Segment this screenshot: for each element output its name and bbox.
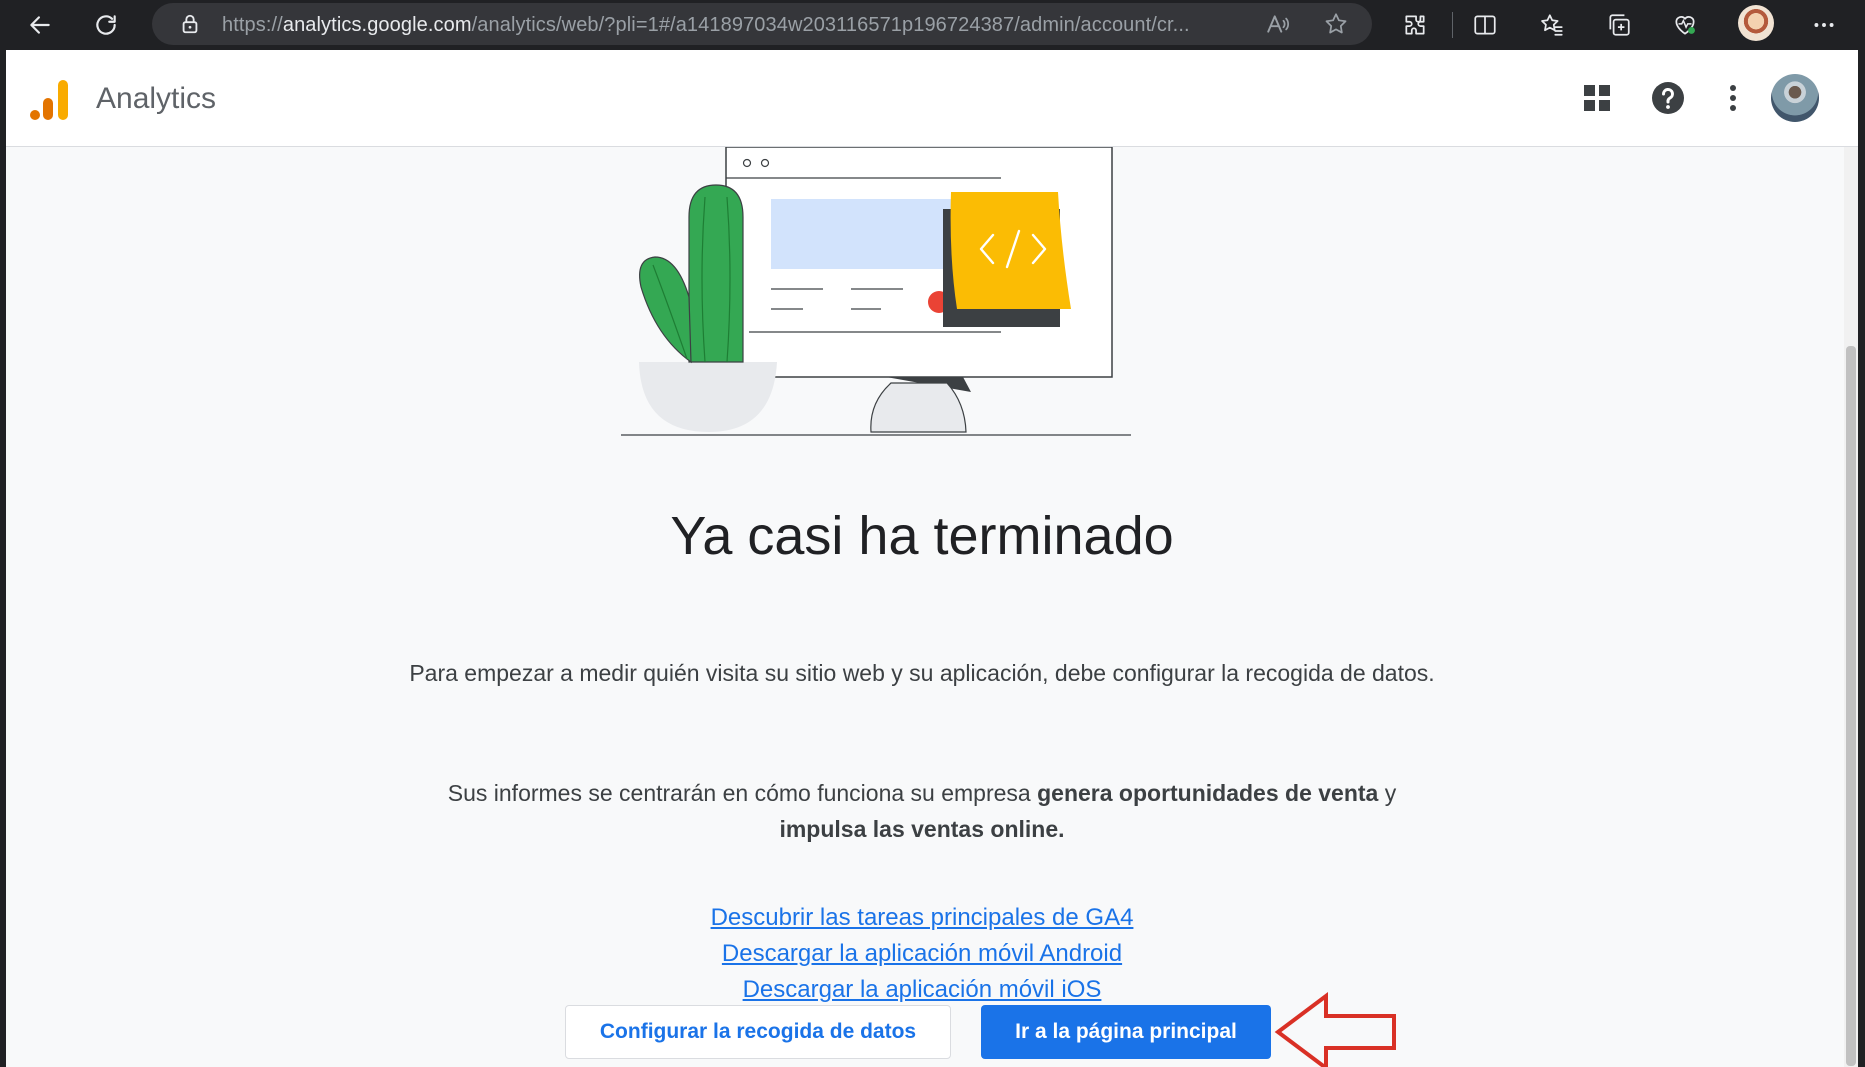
url-prefix: https://	[222, 14, 283, 36]
report-focus-text: Sus informes se centrarán en cómo funcio…	[406, 775, 1438, 847]
apps-grid-icon[interactable]	[1577, 78, 1617, 118]
lock-icon[interactable]	[172, 6, 208, 42]
reload-icon[interactable]	[88, 7, 124, 43]
link-ios-app[interactable]: Descargar la aplicación móvil iOS	[743, 972, 1102, 1008]
page-content: Analytics Ya casi ha terminado Para empe…	[6, 50, 1858, 1067]
more-vert-icon[interactable]	[1713, 78, 1753, 118]
user-avatar[interactable]	[1771, 74, 1819, 122]
browser-profile-avatar[interactable]	[1738, 5, 1774, 41]
go-to-home-button[interactable]: Ir a la página principal	[981, 1005, 1271, 1059]
url-text[interactable]: https://analytics.google.com/analytics/w…	[222, 14, 1222, 37]
back-arrow-icon[interactable]	[22, 7, 58, 43]
toolbar-separator	[1452, 12, 1453, 38]
read-aloud-icon[interactable]	[1260, 6, 1296, 42]
url-host: analytics.google.com	[282, 14, 472, 36]
annotation-arrow-icon	[1274, 992, 1398, 1067]
more-options-icon[interactable]	[1806, 7, 1842, 43]
report-bold-sales: impulsa las ventas online.	[779, 816, 1065, 842]
scrollbar-thumb[interactable]	[1846, 346, 1856, 1066]
analytics-logo-icon[interactable]	[28, 78, 72, 122]
extensions-icon[interactable]	[1397, 7, 1433, 43]
favorites-icon[interactable]	[1534, 7, 1570, 43]
browser-toolbar: https://analytics.google.com/analytics/w…	[0, 0, 1865, 50]
app-header: Analytics	[6, 50, 1858, 147]
setup-description: Para empezar a medir quién visita su sit…	[409, 660, 1435, 686]
link-android-app[interactable]: Descargar la aplicación móvil Android	[722, 936, 1122, 972]
link-ga4-tasks[interactable]: Descubrir las tareas principales de GA4	[711, 900, 1134, 936]
app-title: Analytics	[96, 82, 217, 115]
help-icon[interactable]	[1648, 78, 1688, 118]
split-screen-icon[interactable]	[1467, 7, 1503, 43]
favorite-star-icon[interactable]	[1318, 6, 1354, 42]
url-path: /analytics/web/?pli=1#/a141897034w203116…	[471, 14, 1190, 36]
browser-health-icon[interactable]	[1667, 7, 1703, 43]
page-title: Ya casi ha terminado	[670, 506, 1174, 566]
address-bar[interactable]: https://analytics.google.com/analytics/w…	[152, 3, 1372, 45]
collections-icon[interactable]	[1601, 7, 1637, 43]
help-links: Descubrir las tareas principales de GA4 …	[6, 900, 1838, 1008]
report-text-mid: y	[1378, 780, 1397, 806]
report-bold-leads: genera oportunidades de venta	[1037, 780, 1379, 806]
configure-data-collection-button[interactable]: Configurar la recogida de datos	[565, 1005, 951, 1059]
report-text-start: Sus informes se centrarán en cómo funcio…	[447, 780, 1038, 806]
setup-illustration	[621, 146, 1221, 437]
